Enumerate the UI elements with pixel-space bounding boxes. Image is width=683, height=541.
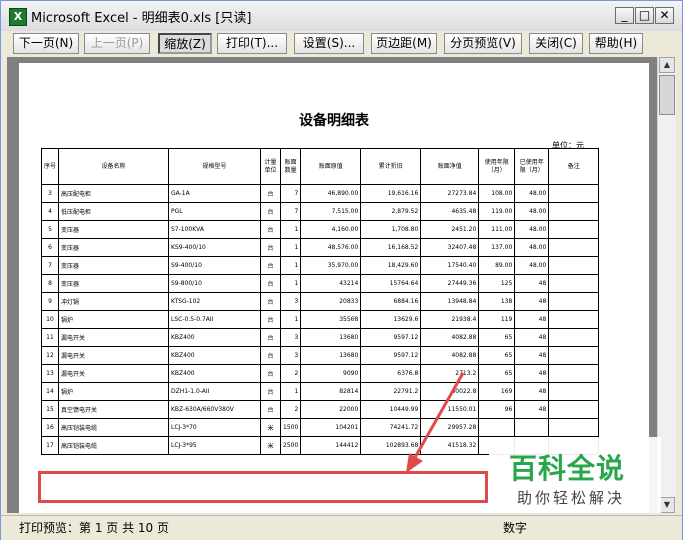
- num-lock-indicator: 数字: [503, 521, 528, 535]
- watermark-title: 百科全说: [509, 452, 626, 485]
- excel-window: X Microsoft Excel - 明细表0.xls [只读] _ □ ✕ …: [0, 0, 683, 540]
- watermark: 百科全说 助你轻松解决: [489, 437, 661, 513]
- watermark-subtitle: 助你轻松解决: [517, 489, 626, 507]
- status-bar: 打印预览：第 1 页 共 10 页 数字: [1, 515, 682, 540]
- page-indicator: 打印预览：第 1 页 共 10 页: [19, 521, 169, 535]
